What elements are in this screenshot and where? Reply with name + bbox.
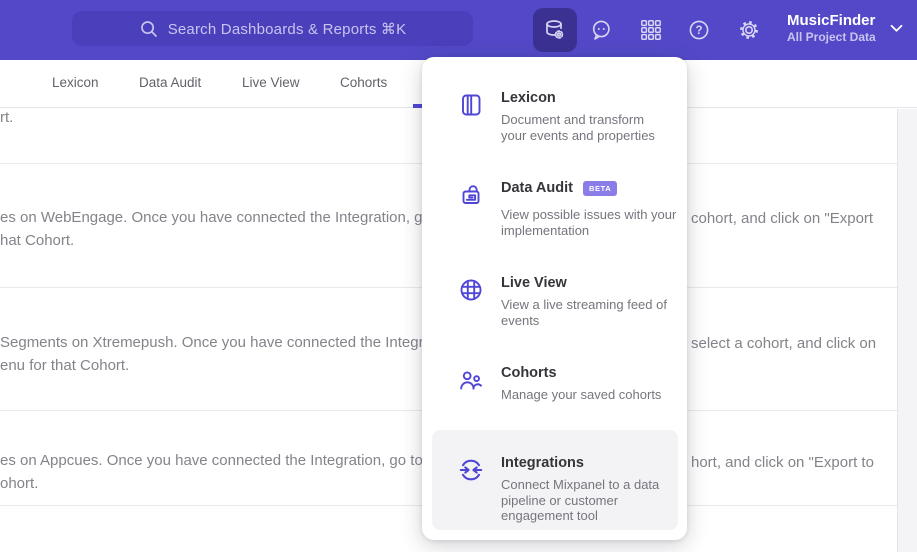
data-audit-icon xyxy=(458,182,484,208)
search-placeholder: Search Dashboards & Reports ⌘K xyxy=(167,20,407,38)
menu-item-data-audit[interactable]: Data Audit BETA View possible issues wit… xyxy=(458,180,680,238)
project-name: MusicFinder xyxy=(787,12,876,29)
live-view-globe-icon xyxy=(458,277,484,303)
integrations-sync-icon xyxy=(458,457,484,483)
tab-cohorts[interactable]: Cohorts xyxy=(340,75,387,90)
data-management-button[interactable] xyxy=(533,8,577,52)
search-icon xyxy=(139,19,159,39)
scroll-gutter xyxy=(897,109,917,552)
menu-item-description: Manage your saved cohorts xyxy=(501,387,662,402)
cohorts-people-icon xyxy=(458,367,484,393)
menu-item-live-view[interactable]: Live View View a live streaming feed of … xyxy=(458,275,680,328)
gear-icon xyxy=(737,18,761,42)
menu-item-description: View a live streaming feed of events xyxy=(501,297,667,328)
lexicon-icon xyxy=(458,92,484,118)
help-button[interactable]: ? xyxy=(687,18,711,42)
content-text: select a cohort, and click on xyxy=(691,335,877,352)
menu-item-cohorts[interactable]: Cohorts Manage your saved cohorts xyxy=(458,365,680,403)
svg-text:?: ? xyxy=(695,25,702,37)
content-text: es on WebEngage. Once you have connected… xyxy=(0,209,473,226)
tab-live-view[interactable]: Live View xyxy=(242,75,300,90)
feedback-button[interactable] xyxy=(589,18,613,42)
content-text: hat Cohort. xyxy=(0,232,75,249)
feedback-bubble-icon xyxy=(589,18,613,42)
apps-grid-button[interactable] xyxy=(639,18,663,42)
tab-data-audit[interactable]: Data Audit xyxy=(139,75,201,90)
content-text: Segments on Xtremepush. Once you have co… xyxy=(0,334,473,351)
beta-badge: BETA xyxy=(582,181,618,196)
menu-item-description: Document and transform your events and p… xyxy=(501,112,655,143)
tab-lexicon[interactable]: Lexicon xyxy=(52,75,99,90)
database-gear-icon xyxy=(542,17,568,43)
content-text: enu for that Cohort. xyxy=(0,357,130,374)
content-text: ohort. xyxy=(0,475,39,492)
chevron-down-icon xyxy=(890,24,903,33)
content-text: cohort, and click on "Export xyxy=(691,210,874,227)
app-window: Search Dashboards & Reports ⌘K ? MusicFi… xyxy=(0,0,917,552)
menu-item-title: Live View xyxy=(501,275,567,291)
settings-button[interactable] xyxy=(737,18,761,42)
apps-grid-icon xyxy=(639,18,663,42)
top-header: Search Dashboards & Reports ⌘K ? MusicFi… xyxy=(0,0,917,60)
menu-item-integrations[interactable]: Integrations Connect Mixpanel to a data … xyxy=(458,455,680,524)
nav-dropdown-menu: Lexicon Document and transform your even… xyxy=(422,57,687,540)
menu-item-title: Lexicon xyxy=(501,90,556,106)
menu-item-title: Data Audit xyxy=(501,180,573,196)
content-text: hort, and click on "Export to xyxy=(691,454,874,471)
help-icon: ? xyxy=(687,18,711,42)
menu-item-title: Cohorts xyxy=(501,365,557,381)
content-text: rt. xyxy=(0,109,14,126)
project-scope: All Project Data xyxy=(787,30,876,44)
menu-item-description: View possible issues with your implement… xyxy=(501,207,677,238)
menu-item-description: Connect Mixpanel to a data pipeline or c… xyxy=(501,477,660,523)
menu-item-lexicon[interactable]: Lexicon Document and transform your even… xyxy=(458,90,680,143)
project-selector[interactable]: MusicFinder All Project Data xyxy=(787,12,903,45)
search-bar[interactable]: Search Dashboards & Reports ⌘K xyxy=(72,11,473,46)
content-text: es on Appcues. Once you have connected t… xyxy=(0,452,465,469)
menu-item-title: Integrations xyxy=(501,455,584,471)
